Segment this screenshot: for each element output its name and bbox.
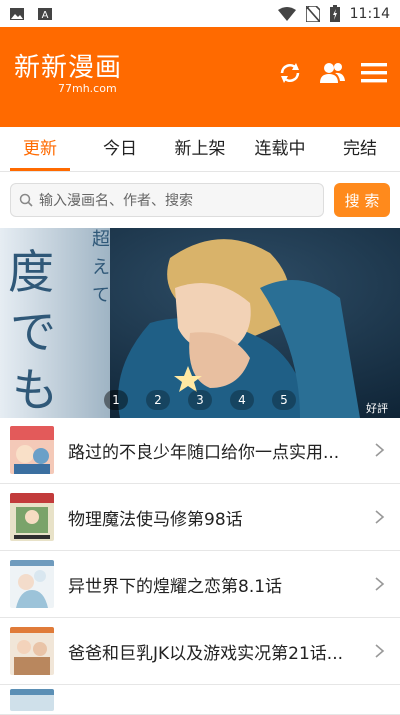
- gallery-icon: [10, 7, 24, 20]
- tab-bar: 更新 今日 新上架 连载中 完结: [0, 127, 400, 172]
- battery-icon: [329, 5, 340, 22]
- refresh-icon[interactable]: [276, 59, 304, 87]
- no-sim-icon: [305, 5, 320, 22]
- status-bar: A 11:14: [0, 0, 400, 27]
- chevron-right-icon: [375, 644, 385, 658]
- comic-thumbnail: [10, 627, 54, 675]
- comic-title: 路过的不良少年随口给你一点实用...: [68, 442, 340, 463]
- search-bar: 输入漫画名、作者、搜索 搜 索: [0, 172, 400, 228]
- comic-thumbnail: [10, 493, 54, 541]
- svg-text:A: A: [42, 10, 49, 20]
- tab-new[interactable]: 新上架: [160, 127, 240, 171]
- svg-text:超: 超: [92, 229, 110, 250]
- search-icon: [19, 193, 33, 207]
- users-icon[interactable]: [318, 59, 346, 87]
- app-logo[interactable]: 新新漫画 77mh.com: [14, 53, 122, 95]
- svg-text:度: 度: [8, 245, 54, 299]
- list-item[interactable]: 异世界下的煌耀之恋第8.1话: [0, 551, 400, 618]
- status-time: 11:14: [349, 5, 390, 22]
- tab-completed[interactable]: 完结: [320, 127, 400, 171]
- svg-text:え: え: [92, 257, 110, 278]
- comic-title: 爸爸和巨乳JK以及游戏实况第21话...: [68, 643, 344, 664]
- featured-banner[interactable]: 度 で も 超 え て 好評 1 2 3 4 5: [0, 228, 400, 418]
- search-button[interactable]: 搜 索: [334, 183, 390, 217]
- comic-title: 异世界下的煌耀之恋第8.1话: [68, 576, 283, 597]
- list-item[interactable]: 路过的不良少年随口给你一点实用...: [0, 417, 400, 484]
- wifi-icon: [277, 6, 296, 21]
- list-item[interactable]: 物理魔法使马修第98话: [0, 484, 400, 551]
- logo-subtitle: 77mh.com: [58, 82, 117, 95]
- app-header: 新新漫画 77mh.com: [0, 27, 400, 127]
- banner-dot[interactable]: 5: [272, 390, 296, 410]
- chevron-right-icon: [375, 443, 385, 457]
- list-item[interactable]: 爸爸和巨乳JK以及游戏实况第21话...: [0, 618, 400, 685]
- menu-icon[interactable]: [360, 59, 388, 87]
- banner-dot[interactable]: 2: [146, 390, 170, 410]
- banner-dot[interactable]: 3: [188, 390, 212, 410]
- comic-thumbnail: [10, 560, 54, 608]
- svg-text:で: で: [10, 305, 56, 359]
- font-icon: A: [38, 7, 52, 20]
- svg-text:て: て: [92, 285, 110, 306]
- chevron-right-icon: [375, 577, 385, 591]
- search-placeholder: 输入漫画名、作者、搜索: [39, 193, 193, 209]
- comic-thumbnail: [10, 426, 54, 474]
- logo-title: 新新漫画: [14, 53, 123, 83]
- comic-list: 路过的不良少年随口给你一点实用... 物理魔法使马修第98话 异世界下的煌耀之恋…: [0, 417, 400, 715]
- banner-pagination: 1 2 3 4 5: [0, 390, 400, 410]
- chevron-right-icon: [375, 510, 385, 524]
- tab-today[interactable]: 今日: [80, 127, 160, 171]
- comic-thumbnail: [10, 688, 54, 711]
- banner-dot[interactable]: 1: [104, 390, 128, 410]
- comic-title: 物理魔法使马修第98话: [68, 509, 243, 530]
- tab-update[interactable]: 更新: [0, 127, 80, 171]
- tab-ongoing[interactable]: 连载中: [240, 127, 320, 171]
- search-input[interactable]: 输入漫画名、作者、搜索: [10, 183, 324, 217]
- banner-dot[interactable]: 4: [230, 390, 254, 410]
